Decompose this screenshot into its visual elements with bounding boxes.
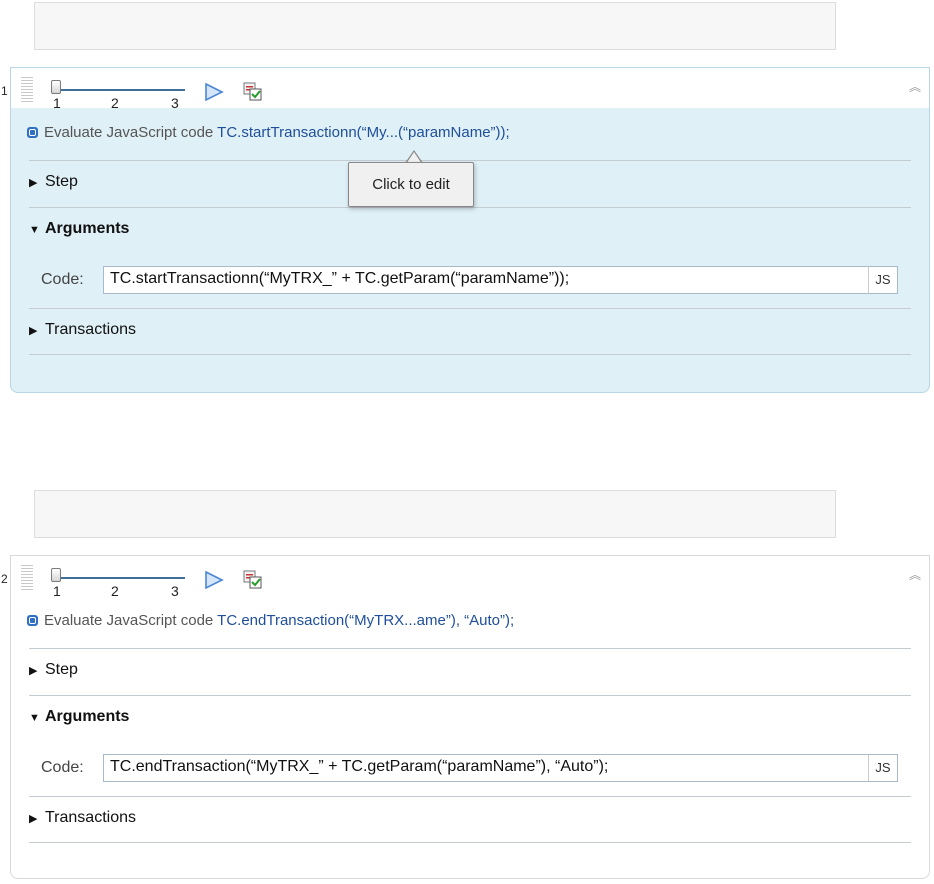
slider-label-3: 3 xyxy=(171,583,179,599)
level-slider-knob[interactable] xyxy=(51,568,61,582)
section-arguments-header[interactable]: ▼ Arguments xyxy=(29,708,129,726)
step-summary[interactable]: Evaluate JavaScript code TC.endTransacti… xyxy=(27,612,514,629)
section-arguments-label: Arguments xyxy=(45,708,130,725)
summary-prefix: Evaluate JavaScript code xyxy=(44,124,218,141)
section-arguments: ▼ Arguments Code: TC.endTransaction(“MyTR… xyxy=(29,695,911,796)
slider-label-1: 1 xyxy=(53,583,61,599)
section-step-label: Step xyxy=(45,661,78,678)
section-step-header[interactable]: ▶ Step xyxy=(29,661,78,679)
section-transactions-header[interactable]: ▶ Transactions xyxy=(29,809,136,827)
level-slider-track[interactable] xyxy=(55,577,185,579)
javascript-step-icon xyxy=(27,127,38,138)
summary-prefix: Evaluate JavaScript code xyxy=(44,612,218,629)
validate-icon[interactable] xyxy=(243,82,263,102)
expand-arrow-icon: ▶ xyxy=(29,177,38,189)
expand-arrow-icon: ▶ xyxy=(29,813,38,825)
js-editor-button[interactable]: JS xyxy=(868,267,897,293)
code-label: Code: xyxy=(41,271,84,288)
section-step[interactable]: ▶ Step xyxy=(29,648,911,694)
section-step-header[interactable]: ▶ Step xyxy=(29,173,78,191)
slider-label-2: 2 xyxy=(111,95,119,111)
slider-label-1: 1 xyxy=(53,95,61,111)
collapse-arrow-icon: ▼ xyxy=(29,712,40,724)
step-panel-2[interactable]: 2 1 2 3 ︽ Evaluate JavaScript code TC.en… xyxy=(1,555,930,879)
expand-arrow-icon: ▶ xyxy=(29,665,38,677)
step-drop-zone[interactable] xyxy=(34,2,836,50)
javascript-step-icon xyxy=(27,615,38,626)
js-editor-button[interactable]: JS xyxy=(868,755,897,781)
code-input-value: TC.endTransaction(“MyTRX_” + TC.getParam… xyxy=(110,758,609,775)
expand-arrow-icon: ▶ xyxy=(29,325,38,337)
drag-handle-icon[interactable] xyxy=(21,76,33,102)
step-summary[interactable]: Evaluate JavaScript code TC.startTransac… xyxy=(27,124,510,141)
play-icon[interactable] xyxy=(203,570,225,590)
slider-label-2: 2 xyxy=(111,583,119,599)
section-arguments-label: Arguments xyxy=(45,220,130,237)
click-to-edit-tooltip: Click to edit xyxy=(348,162,474,207)
collapse-arrow-icon: ▼ xyxy=(29,224,40,236)
section-transactions[interactable]: ▶ Transactions xyxy=(29,796,911,842)
section-divider xyxy=(29,354,911,355)
section-transactions-header[interactable]: ▶ Transactions xyxy=(29,321,136,339)
section-arguments: ▼ Arguments Code: TC.startTransactionn(“M… xyxy=(29,207,911,308)
section-divider xyxy=(29,842,911,843)
section-transactions[interactable]: ▶ Transactions xyxy=(29,308,911,354)
validate-icon[interactable] xyxy=(243,570,263,590)
step-toolbar: 2 1 2 3 ︽ xyxy=(1,556,929,599)
step-toolbar: 1 1 2 3 ︽ xyxy=(1,68,929,111)
drag-handle-icon[interactable] xyxy=(21,564,33,590)
step-panel-1[interactable]: 1 1 2 3 ︽ Evaluate JavaScript code TC.st… xyxy=(1,67,930,393)
step-number: 1 xyxy=(1,84,8,98)
step-number: 2 xyxy=(1,572,8,586)
code-input-value: TC.startTransactionn(“MyTRX_” + TC.getPa… xyxy=(110,270,570,287)
summary-code-link[interactable]: TC.endTransaction(“MyTRX...ame”), “Auto”… xyxy=(217,612,514,629)
section-transactions-label: Transactions xyxy=(45,321,136,338)
play-icon[interactable] xyxy=(203,82,225,102)
level-slider-track[interactable] xyxy=(55,89,185,91)
summary-code-link[interactable]: TC.startTransactionn(“My...(“paramName”)… xyxy=(217,124,510,141)
level-slider-knob[interactable] xyxy=(51,80,61,94)
step-drop-zone[interactable] xyxy=(34,490,836,538)
section-arguments-header[interactable]: ▼ Arguments xyxy=(29,220,129,238)
code-input[interactable]: TC.endTransaction(“MyTRX_” + TC.getParam… xyxy=(103,754,898,782)
code-label: Code: xyxy=(41,759,84,776)
slider-label-3: 3 xyxy=(171,95,179,111)
section-transactions-label: Transactions xyxy=(45,809,136,826)
section-step-label: Step xyxy=(45,173,78,190)
code-input[interactable]: TC.startTransactionn(“MyTRX_” + TC.getPa… xyxy=(103,266,898,294)
double-chevron-up-icon[interactable]: ︽ xyxy=(909,569,921,581)
double-chevron-up-icon[interactable]: ︽ xyxy=(909,81,921,93)
